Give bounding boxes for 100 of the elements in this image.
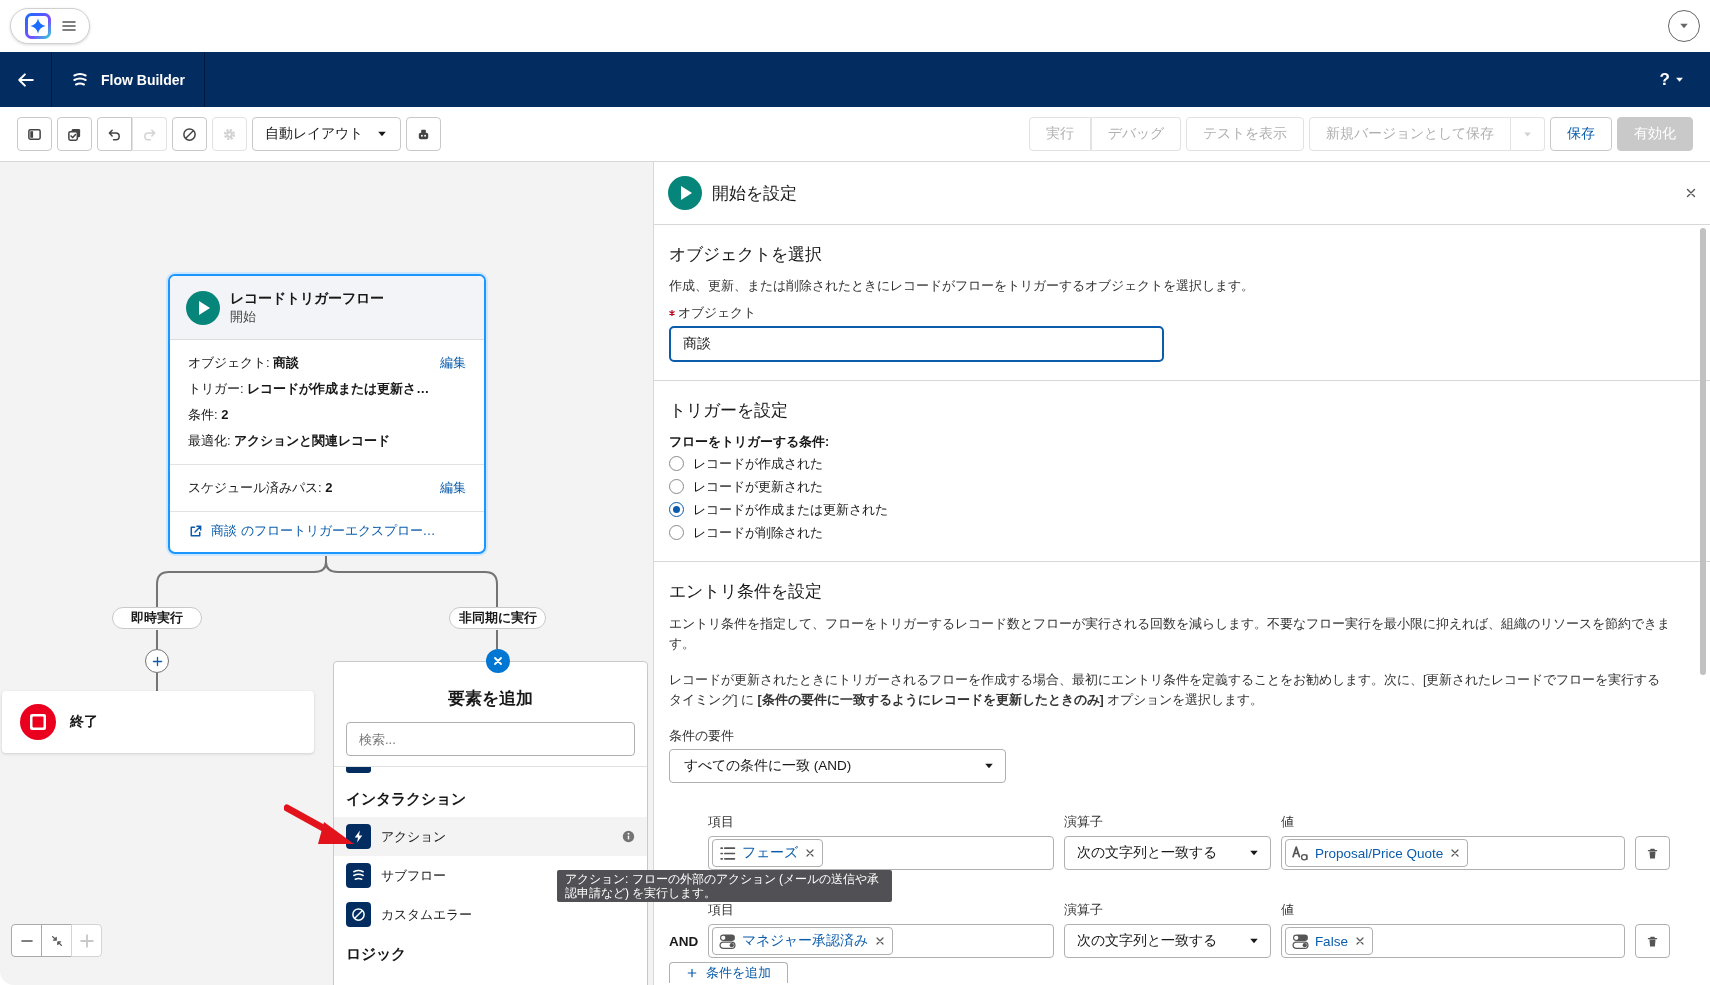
node-detail: トリガー: レコードが作成または更新さ… <box>188 380 430 398</box>
close-button[interactable] <box>485 649 510 673</box>
requirement-select[interactable]: すべての条件に一致 (AND) <box>669 749 1006 783</box>
end-node-card[interactable]: 終了 <box>2 691 314 753</box>
app-title: Flow Builder <box>101 71 185 88</box>
layout-select[interactable]: 自動レイアウト <box>252 117 401 151</box>
panel-toggle-button[interactable] <box>17 117 52 151</box>
element-label: サブフロー <box>381 866 446 885</box>
node-detail: 最適化: アクションと関連レコード <box>188 432 391 450</box>
object-field[interactable]: 商談 <box>669 326 1164 362</box>
delete-button[interactable] <box>1635 924 1670 958</box>
add-condition-button[interactable]: 条件を追加 <box>669 962 788 983</box>
search-field[interactable]: 検索... <box>346 722 635 756</box>
section-heading: オブジェクトを選択 <box>669 244 823 266</box>
value-input[interactable]: False <box>1280 924 1626 958</box>
section-heading: インタラクション <box>345 788 467 809</box>
flow-icon <box>346 863 371 888</box>
external-link-icon <box>188 523 203 539</box>
connector-line <box>156 672 158 692</box>
edit-link[interactable]: 編集 <box>440 354 466 372</box>
radio-button[interactable] <box>669 502 684 517</box>
operator-select[interactable]: 次の文字列と一致する <box>1063 924 1271 958</box>
block-button[interactable] <box>172 117 207 151</box>
path-label: 非同期に実行 <box>449 607 546 629</box>
radio-button[interactable] <box>669 456 684 471</box>
section-description: レコードが更新されたときにトリガーされるフローを作成する場合、最初にエントリ条件を定義することをお勧めします。次に、[更新されたレコードでフローを実行するタイミング] に [条件の要件に一致するようにレコードを更新したときのみ] オプションを選択します。 <box>669 672 1662 709</box>
add-icon <box>150 654 164 668</box>
app-launcher-button[interactable] <box>10 8 90 44</box>
menu-icon <box>61 18 77 34</box>
element-item[interactable]: アクション <box>334 817 647 856</box>
block-icon <box>182 126 197 142</box>
fit-icon <box>49 933 64 948</box>
question-label: フローをトリガーする条件: <box>669 434 831 451</box>
section-description: 作成、更新、または削除されたときにレコードがフローをトリガーするオブジェクトを選択します。 <box>669 278 1255 295</box>
checklist-icon <box>67 126 82 142</box>
info-icon <box>622 830 635 843</box>
explorer-link[interactable]: 商談 のフロートリガーエクスプロー… <box>170 512 484 552</box>
node-detail: オブジェクト: 商談 <box>188 354 300 372</box>
field-input[interactable]: フェーズ <box>708 836 1054 870</box>
play-icon <box>186 290 220 325</box>
remove-icon <box>874 935 886 947</box>
undo-button[interactable] <box>97 117 132 151</box>
value-pill[interactable]: マネジャー承認済み <box>712 927 893 955</box>
scrollbar[interactable] <box>1700 228 1706 675</box>
value-input[interactable]: Proposal/Price Quote <box>1280 836 1626 870</box>
add-icon <box>686 967 698 979</box>
radio-button[interactable] <box>669 479 684 494</box>
section-heading: エントリ条件を設定 <box>669 581 823 603</box>
radio-label: レコードが作成された <box>693 454 823 473</box>
add-element-button[interactable] <box>145 649 169 673</box>
element-label: カスタムエラー <box>381 905 472 924</box>
operator-select[interactable]: 次の文字列と一致する <box>1063 836 1271 870</box>
radio-label: レコードが削除された <box>693 523 823 542</box>
toggle-icon <box>719 932 736 950</box>
close-icon <box>491 655 504 667</box>
element-item[interactable]: サブフロー <box>334 856 458 895</box>
delete-button[interactable] <box>1635 836 1670 870</box>
start-node-card[interactable]: レコードトリガーフロー 開始 オブジェクト: 商談 編集 トリガー: レコードが作成または更新さ… 条件: 2 最適化: アクションと関連レコード スケジュール済みパス: 2 編集 商談 のフロートリガーエクスプロー… <box>168 274 486 554</box>
section-heading: トリガーを設定 <box>669 400 789 422</box>
panel-icon <box>27 126 42 142</box>
value-pill[interactable]: フェーズ <box>712 839 823 867</box>
element-label: アクション <box>381 827 447 846</box>
help-button[interactable]: ? <box>1653 52 1690 107</box>
sparkle-logo-icon <box>25 13 51 39</box>
logic-label: AND <box>669 933 699 949</box>
field-label: 値 <box>1280 814 1295 831</box>
minus-icon <box>19 939 34 942</box>
robot-button[interactable] <box>406 117 441 151</box>
bolt-icon <box>346 824 371 849</box>
edit-link[interactable]: 編集 <box>440 479 466 497</box>
connector-line <box>156 629 158 650</box>
back-arrow-icon <box>16 70 35 89</box>
field-label: 条件の要件 <box>669 728 735 744</box>
field-label: オブジェクト <box>678 305 756 321</box>
element-item[interactable]: カスタムエラー <box>334 895 484 934</box>
radio-button[interactable] <box>669 525 684 540</box>
picklist-icon <box>719 844 736 862</box>
node-detail: スケジュール済みパス: 2 <box>188 479 333 497</box>
dropdown-button[interactable] <box>1668 10 1700 42</box>
connector-line <box>496 629 498 650</box>
plus-icon <box>79 933 94 948</box>
radio-label: レコードが作成または更新された <box>693 500 888 519</box>
section-description: エントリ条件を指定して、フローをトリガーするレコード数とフローが実行される回数を減らします。不要なフロー実行を最小限に抑えれば、組織のリソースを節約できます。 <box>669 616 1670 653</box>
field-label: 値 <box>1280 902 1295 919</box>
value-pill[interactable]: False <box>1284 927 1373 955</box>
end-node-label: 終了 <box>70 713 98 731</box>
field-input[interactable]: マネジャー承認済み <box>708 924 1054 958</box>
element-icon <box>346 767 371 773</box>
toolbar-button[interactable]: 保存 <box>1550 117 1612 151</box>
trash-icon <box>1646 934 1660 948</box>
fit-button[interactable] <box>41 924 72 957</box>
checklist-button[interactable] <box>57 117 92 151</box>
trash-icon <box>1646 846 1660 860</box>
close-button[interactable] <box>1684 186 1698 200</box>
value-pill[interactable]: Proposal/Price Quote <box>1284 839 1469 867</box>
field-label: 項目 <box>708 902 735 919</box>
caret-icon <box>1675 75 1684 84</box>
node-title: レコードトリガーフロー <box>230 290 384 308</box>
node-detail: 条件: 2 <box>188 406 229 424</box>
text-type-icon <box>1291 844 1309 862</box>
